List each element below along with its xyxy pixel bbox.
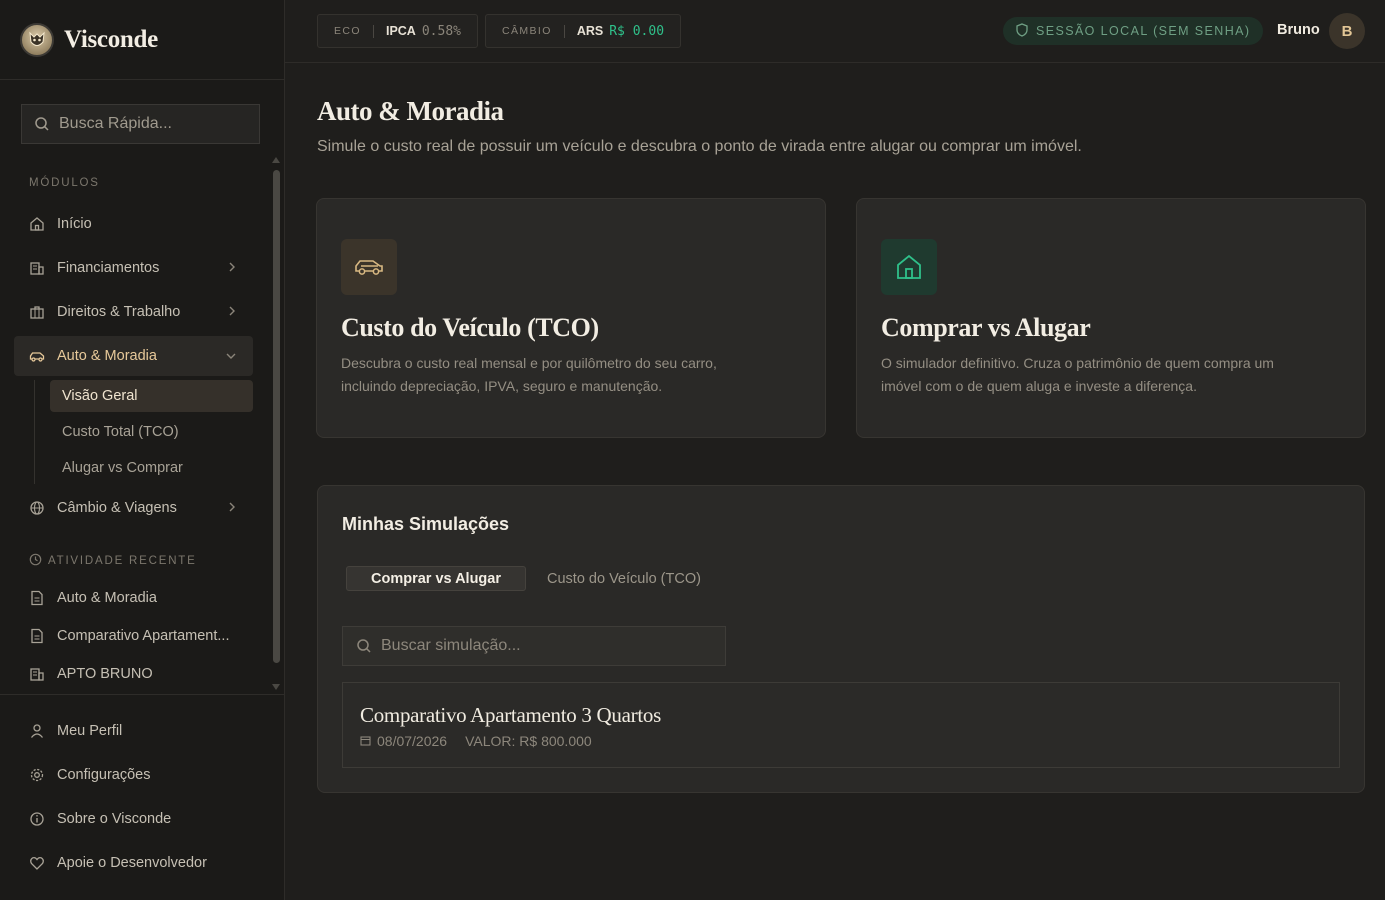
recent-item[interactable]: Auto & Moradia (14, 578, 253, 618)
sidebar-item-direitos[interactable]: Direitos & Trabalho (14, 292, 253, 332)
recent-item[interactable]: APTO BRUNO (14, 654, 253, 694)
ticker-separator (372, 24, 374, 38)
simulation-meta: 08/07/2026 VALOR: R$ 800.000 (360, 733, 592, 749)
ticker-value: 0.58% (421, 23, 461, 39)
building-icon (29, 260, 45, 276)
submenu-divider (34, 380, 35, 484)
simulation-search-placeholder: Buscar simulação... (381, 637, 521, 654)
sidebar-item-perfil[interactable]: Meu Perfil (14, 711, 253, 751)
recent-item-label: Comparativo Apartament... (57, 628, 230, 644)
tab-custo-veiculo[interactable]: Custo do Veículo (TCO) (523, 566, 725, 591)
car-icon (341, 239, 397, 295)
tab-comprar-alugar[interactable]: Comprar vs Alugar (346, 566, 526, 591)
card-comprar-alugar[interactable]: Comprar vs Alugar O simulador definitivo… (856, 198, 1366, 438)
recent-activity-text: ATIVIDADE RECENTE (48, 555, 197, 567)
sidebar-item-inicio[interactable]: Início (14, 204, 253, 244)
sidebar-scrollbar[interactable] (273, 170, 280, 663)
page-title: Auto & Moradia (317, 96, 504, 126)
simulation-search-input[interactable]: Buscar simulação... (342, 626, 726, 666)
ticker-value: R$ 0.00 (609, 23, 665, 39)
car-icon (29, 348, 45, 364)
gear-icon (29, 767, 45, 783)
search-icon (34, 116, 50, 132)
calendar-icon (360, 733, 371, 749)
clock-icon (29, 553, 42, 569)
ticker-tag: CÂMBIO (502, 25, 552, 37)
simulation-row[interactable]: Comparativo Apartamento 3 Quartos 08/07/… (342, 682, 1340, 768)
card-custo-veiculo[interactable]: Custo do Veículo (TCO) Descubra o custo … (316, 198, 826, 438)
scroll-up-arrow[interactable] (272, 157, 280, 163)
home-icon (29, 216, 45, 232)
sidebar-item-label: Início (57, 216, 92, 232)
chevron-right-icon (227, 501, 237, 517)
card-description: Descubra o custo real mensal e por quilô… (341, 355, 717, 394)
sidebar-item-cambio[interactable]: Câmbio & Viagens (14, 488, 253, 528)
card-title: Comprar vs Alugar (881, 313, 1091, 342)
simulation-date: 08/07/2026 (377, 733, 448, 749)
heart-icon (29, 855, 45, 871)
document-icon (29, 628, 45, 644)
sidebar-item-label: Configurações (57, 767, 151, 783)
quick-search-placeholder: Busca Rápida... (59, 115, 172, 132)
building-icon (29, 666, 45, 682)
sidebar-item-sobre[interactable]: Sobre o Visconde (14, 799, 253, 839)
sidebar-item-label: Câmbio & Viagens (57, 500, 177, 516)
sidebar-item-auto-moradia[interactable]: Auto & Moradia (14, 336, 253, 376)
sidebar-item-financiamentos[interactable]: Financiamentos (14, 248, 253, 288)
sidebar: Visconde Busca Rápida... MÓDULOS Início … (0, 0, 285, 900)
chevron-right-icon (227, 261, 237, 277)
shield-icon (1016, 22, 1028, 40)
sidebar-subitem-custo-total[interactable]: Custo Total (TCO) (50, 416, 253, 448)
info-icon (29, 811, 45, 827)
sidebar-item-label: Auto & Moradia (57, 348, 157, 364)
brand-name: Visconde (64, 25, 158, 53)
recent-item-label: APTO BRUNO (57, 666, 153, 682)
ticker-separator (563, 24, 565, 38)
sidebar-bottom: Meu Perfil Configurações Sobre o Viscond… (0, 694, 285, 900)
simulation-value: VALOR: R$ 800.000 (465, 733, 592, 749)
card-description: O simulador definitivo. Cruza o patrimôn… (881, 355, 1274, 394)
card-title: Custo do Veículo (TCO) (341, 313, 599, 342)
scroll-down-arrow[interactable] (272, 684, 280, 690)
document-icon (29, 590, 45, 606)
page-subtitle: Simule o custo real de possuir um veícul… (317, 138, 1082, 155)
quick-search-input[interactable]: Busca Rápida... (21, 104, 260, 144)
chevron-down-icon (225, 349, 237, 365)
ticker-label: IPCA (385, 24, 416, 38)
sidebar-item-label: Sobre o Visconde (57, 811, 172, 827)
briefcase-icon (29, 304, 45, 320)
topbar: ECO IPCA 0.58% CÂMBIO ARS R$ 0.00 SESSÃO… (285, 0, 1385, 63)
user-name[interactable]: Bruno (1277, 22, 1320, 38)
sidebar-item-label: Direitos & Trabalho (57, 304, 181, 320)
ticker-tag: ECO (334, 25, 361, 37)
home-icon (881, 239, 937, 295)
ticker-ipca[interactable]: ECO IPCA 0.58% (317, 14, 478, 48)
sidebar-item-label: Meu Perfil (57, 723, 123, 739)
sidebar-item-configuracoes[interactable]: Configurações (14, 755, 253, 795)
sidebar-subitem-visao-geral[interactable]: Visão Geral (50, 380, 253, 412)
simulations-title: Minhas Simulações (342, 514, 510, 534)
owl-crest-icon (20, 22, 54, 57)
sidebar-subitem-alugar-comprar[interactable]: Alugar vs Comprar (50, 452, 253, 484)
sidebar-item-label: Financiamentos (57, 260, 160, 276)
modules-label: MÓDULOS (29, 177, 100, 189)
recent-item-label: Auto & Moradia (57, 590, 157, 606)
recent-activity-label: ATIVIDADE RECENTE (29, 553, 197, 569)
brand[interactable]: Visconde (0, 0, 284, 80)
globe-icon (29, 500, 45, 516)
session-text: SESSÃO LOCAL (SEM SENHA) (1036, 24, 1251, 38)
recent-item[interactable]: Comparativo Apartament... (14, 616, 253, 656)
simulations-panel: Minhas Simulações Comprar vs Alugar Cust… (317, 485, 1365, 793)
user-icon (29, 723, 45, 739)
search-icon (356, 638, 372, 654)
ticker-cambio[interactable]: CÂMBIO ARS R$ 0.00 (485, 14, 682, 48)
session-badge: SESSÃO LOCAL (SEM SENHA) (1003, 17, 1264, 45)
simulation-title: Comparativo Apartamento 3 Quartos (360, 703, 661, 727)
sidebar-item-apoie[interactable]: Apoie o Desenvolvedor (14, 843, 253, 883)
sidebar-item-label: Apoie o Desenvolvedor (57, 855, 207, 871)
ticker-label: ARS (576, 24, 604, 38)
avatar[interactable]: B (1329, 13, 1365, 49)
chevron-right-icon (227, 305, 237, 321)
